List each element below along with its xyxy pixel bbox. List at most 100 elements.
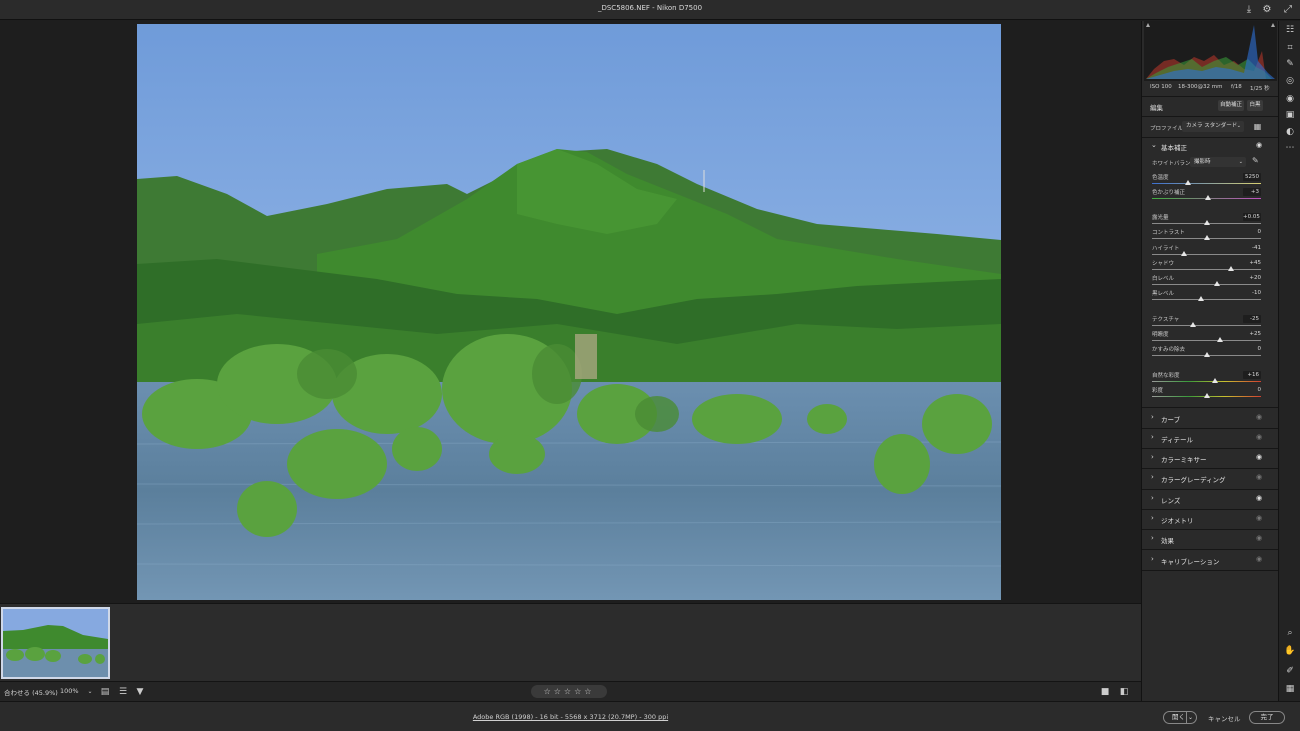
star-rating[interactable]: ☆☆☆☆☆	[531, 685, 607, 698]
slider-track[interactable]	[1152, 254, 1261, 255]
slider-shadows[interactable]: シャドウ +45	[1152, 259, 1261, 273]
filter-icon[interactable]: ▼	[134, 686, 146, 698]
slider-value[interactable]: +20	[1243, 274, 1261, 282]
slider-value[interactable]: -10	[1243, 289, 1261, 297]
slider-knob[interactable]	[1217, 337, 1224, 342]
slider-blacks[interactable]: 黒レベル -10	[1152, 289, 1261, 303]
slider-knob[interactable]	[1203, 393, 1210, 398]
bw-button[interactable]: 白黒	[1247, 100, 1263, 111]
eyedropper-icon[interactable]: ✎	[1252, 156, 1259, 165]
section-geometry[interactable]: › ジオメトリ ◉	[1142, 512, 1279, 526]
profile-browser-icon[interactable]: ▦	[1252, 121, 1263, 132]
slider-track[interactable]	[1152, 183, 1261, 184]
slider-exposure[interactable]: 露光量 +0.05	[1152, 213, 1261, 227]
section-lens[interactable]: › レンズ ◉	[1142, 492, 1279, 506]
slider-temperature[interactable]: 色温度 5250	[1152, 173, 1261, 187]
section-curve[interactable]: › カーブ ◉	[1142, 411, 1279, 425]
workflow-options-link[interactable]: Adobe RGB (1998) - 16 bit - 5568 x 3712 …	[0, 713, 1141, 721]
slider-knob[interactable]	[1184, 180, 1191, 185]
slider-track[interactable]	[1152, 381, 1261, 382]
section-color-mixer[interactable]: › カラーミキサー ◉	[1142, 451, 1279, 465]
filmstrip-thumbnail[interactable]	[1, 607, 110, 679]
single-view-icon[interactable]: ■	[1099, 686, 1111, 698]
section-detail[interactable]: › ディテール ◉	[1142, 431, 1279, 445]
slider-value[interactable]: 0	[1243, 345, 1262, 353]
slider-highlights[interactable]: ハイライト -41	[1152, 244, 1261, 258]
slider-contrast[interactable]: コントラスト 0	[1152, 228, 1261, 242]
section-basic[interactable]: ⌄ 基本補正 ◉	[1142, 139, 1279, 153]
color-sampler-icon[interactable]: ✐	[1282, 664, 1298, 678]
slider-knob[interactable]	[1214, 281, 1221, 286]
profile-select[interactable]: カメラ スタンダード ⌄	[1182, 121, 1244, 132]
settings-icon[interactable]: ⚙	[1260, 3, 1274, 17]
presets-icon[interactable]: ◐	[1282, 125, 1298, 139]
red-eye-icon[interactable]: ◉	[1282, 92, 1298, 106]
slider-track[interactable]	[1152, 284, 1261, 285]
filmstrip-toggle-icon[interactable]: ▤	[99, 686, 111, 698]
slider-value[interactable]: -25	[1243, 315, 1261, 323]
section-effects[interactable]: › 効果 ◉	[1142, 532, 1279, 546]
slider-value[interactable]: +0.05	[1243, 213, 1261, 221]
visibility-eye-icon[interactable]: ◉	[1256, 141, 1262, 149]
slider-value[interactable]: 0	[1243, 386, 1262, 394]
visibility-eye-icon[interactable]: ◉	[1256, 413, 1262, 421]
expand-icon[interactable]: ⤢	[1281, 3, 1295, 17]
slider-vibrance[interactable]: 自然な彩度 +16	[1152, 371, 1261, 385]
visibility-eye-icon[interactable]: ◉	[1256, 514, 1262, 522]
slider-value[interactable]: +3	[1243, 188, 1261, 196]
hand-icon[interactable]: ✋	[1282, 644, 1298, 658]
grid-icon[interactable]: ▦	[1282, 682, 1298, 696]
slider-value[interactable]: +16	[1243, 371, 1261, 379]
slider-knob[interactable]	[1212, 378, 1219, 383]
mask-icon[interactable]: ◎	[1282, 74, 1298, 88]
save-icon[interactable]: ⤓	[1242, 3, 1256, 17]
slider-knob[interactable]	[1228, 266, 1235, 271]
zoom-fit-dropdown[interactable]: 合わせる (45.9%)	[4, 687, 58, 697]
section-color-grading[interactable]: › カラーグレーディング ◉	[1142, 471, 1279, 485]
slider-knob[interactable]	[1204, 195, 1211, 200]
visibility-eye-icon[interactable]: ◉	[1256, 433, 1262, 441]
chevron-down-icon[interactable]: ⌄	[84, 686, 96, 698]
done-button[interactable]: 完了	[1249, 711, 1285, 724]
more-icon[interactable]: ⋯	[1282, 141, 1298, 155]
slider-knob[interactable]	[1189, 322, 1196, 327]
section-calibration[interactable]: › キャリブレーション ◉	[1142, 553, 1279, 567]
slider-knob[interactable]	[1204, 220, 1211, 225]
image-canvas[interactable]	[0, 21, 1141, 603]
auto-button[interactable]: 自動補正	[1218, 100, 1244, 111]
slider-value[interactable]: +45	[1243, 259, 1261, 267]
edit-sliders-icon[interactable]: ☷	[1282, 23, 1298, 37]
slider-knob[interactable]	[1203, 352, 1210, 357]
zoom-icon[interactable]: ⌕	[1282, 626, 1298, 640]
slider-track[interactable]	[1152, 269, 1261, 270]
slider-track[interactable]	[1152, 299, 1261, 300]
slider-tint[interactable]: 色かぶり補正 +3	[1152, 188, 1261, 202]
slider-track[interactable]	[1152, 325, 1261, 326]
visibility-eye-icon[interactable]: ◉	[1256, 494, 1262, 502]
visibility-eye-icon[interactable]: ◉	[1256, 534, 1262, 542]
slider-knob[interactable]	[1198, 296, 1205, 301]
photo-preview[interactable]	[137, 24, 1001, 600]
sort-icon[interactable]: ☰	[117, 686, 129, 698]
slider-knob[interactable]	[1203, 235, 1210, 240]
visibility-eye-icon[interactable]: ◉	[1256, 473, 1262, 481]
slider-dehaze[interactable]: かすみの除去 0	[1152, 345, 1261, 359]
zoom-100-dropdown[interactable]: 100%	[60, 687, 79, 695]
slider-texture[interactable]: テクスチャ -25	[1152, 315, 1261, 329]
white-balance-select[interactable]: 撮影時 ⌄	[1190, 157, 1246, 167]
crop-icon[interactable]: ⌗	[1282, 41, 1298, 55]
slider-clarity[interactable]: 明瞭度 +25	[1152, 330, 1261, 344]
slider-track[interactable]	[1152, 340, 1261, 341]
slider-whites[interactable]: 白レベル +20	[1152, 274, 1261, 288]
visibility-eye-icon[interactable]: ◉	[1256, 555, 1262, 563]
before-after-icon[interactable]: ◧	[1118, 686, 1130, 698]
slider-value[interactable]: 0	[1243, 228, 1262, 236]
slider-value[interactable]: 5250	[1243, 173, 1261, 181]
slider-saturation[interactable]: 彩度 0	[1152, 386, 1261, 400]
visibility-eye-icon[interactable]: ◉	[1256, 453, 1262, 461]
slider-value[interactable]: -41	[1243, 244, 1261, 252]
cancel-button[interactable]: キャンセル	[1208, 713, 1241, 723]
healing-brush-icon[interactable]: ✎	[1282, 57, 1298, 71]
chevron-down-icon[interactable]: ⌄	[1188, 712, 1193, 723]
slider-value[interactable]: +25	[1243, 330, 1261, 338]
